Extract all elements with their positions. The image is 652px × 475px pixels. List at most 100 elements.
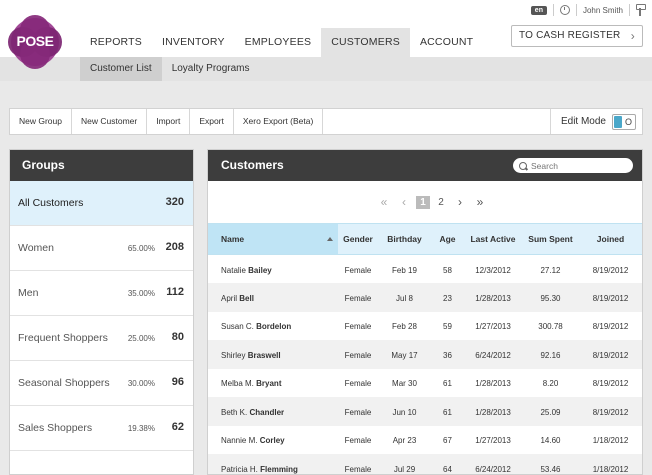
nav-tab-reports[interactable]: REPORTS bbox=[80, 28, 152, 57]
last-page-icon[interactable]: » bbox=[470, 195, 490, 209]
xero-export-button[interactable]: Xero Export (Beta) bbox=[234, 109, 324, 134]
cell-joined: 8/19/2012 bbox=[579, 283, 642, 312]
group-percent: 25.00% bbox=[127, 334, 155, 343]
customers-table-body: Natalie Bailey Female Feb 19 58 12/3/2012 27.… bbox=[208, 255, 642, 474]
sub-nav: Customer List Loyalty Programs bbox=[0, 57, 652, 81]
table-row[interactable]: Patricia H. Flemming Female Jul 29 64 6/24/2… bbox=[208, 454, 642, 474]
cell-joined: 1/18/2012 bbox=[579, 454, 642, 474]
language-badge[interactable]: en bbox=[530, 5, 547, 15]
column-header-sum-spent[interactable]: Sum Spent bbox=[522, 223, 579, 255]
table-row[interactable]: Susan C. Bordelon Female Feb 28 59 1/27/2013… bbox=[208, 312, 642, 341]
cell-birthday: Jun 10 bbox=[378, 397, 431, 426]
next-page-icon[interactable]: › bbox=[450, 195, 470, 209]
group-count: 112 bbox=[166, 286, 184, 298]
page-2-button[interactable]: 2 bbox=[432, 197, 450, 208]
cell-sum-spent: 53.46 bbox=[522, 454, 579, 474]
cell-joined: 8/19/2012 bbox=[579, 397, 642, 426]
customer-last-name: Bell bbox=[239, 293, 254, 303]
column-header-age[interactable]: Age bbox=[431, 223, 464, 255]
first-page-icon[interactable]: « bbox=[374, 195, 394, 209]
column-label: Name bbox=[221, 234, 245, 244]
customer-first-name: Nannie M. bbox=[221, 436, 258, 446]
customers-header: Customers bbox=[208, 150, 642, 181]
import-button[interactable]: Import bbox=[147, 109, 191, 134]
column-header-last-active[interactable]: Last Active bbox=[464, 223, 522, 255]
nav-tab-inventory[interactable]: INVENTORY bbox=[152, 28, 235, 57]
customer-last-name: Flemming bbox=[260, 464, 298, 474]
group-percent: 35.00% bbox=[127, 289, 155, 298]
cell-gender: Female bbox=[338, 340, 378, 369]
page-1-button[interactable]: 1 bbox=[416, 195, 430, 209]
cell-gender: Female bbox=[344, 265, 372, 275]
group-item-women[interactable]: Women 65.00% 208 bbox=[10, 226, 193, 271]
nav-tab-employees[interactable]: EMPLOYEES bbox=[235, 28, 322, 57]
action-toolbar: New Group New Customer Import Export Xer… bbox=[9, 108, 643, 135]
chevron-right-icon: › bbox=[630, 29, 635, 43]
new-customer-button[interactable]: New Customer bbox=[72, 109, 148, 134]
cell-gender: Female bbox=[344, 322, 372, 332]
cell-age: 61 bbox=[431, 397, 464, 426]
cell-last-active: 6/24/2012 bbox=[464, 340, 522, 369]
cell-name: Patricia H. Flemming bbox=[208, 454, 338, 474]
group-percent: 65.00% bbox=[127, 244, 155, 253]
cell-birthday: Apr 23 bbox=[392, 436, 417, 446]
table-row[interactable]: Beth K. Chandler Female Jun 10 61 1/28/2013 2… bbox=[208, 397, 642, 426]
column-header-joined[interactable]: Joined bbox=[579, 223, 642, 255]
customer-last-name: Braswell bbox=[247, 350, 281, 360]
cell-last-active: 12/3/2012 bbox=[475, 265, 511, 275]
group-item-sales-shoppers[interactable]: Sales Shoppers 19.38% 62 bbox=[10, 406, 193, 451]
table-row[interactable]: April Bell Female Jul 8 23 1/28/2013 95.30 8/1… bbox=[208, 283, 642, 312]
sort-ascending-icon bbox=[327, 237, 333, 241]
export-button[interactable]: Export bbox=[190, 109, 234, 134]
app-header: en John Smith REPORTS INVENTORY EMPLOYEE… bbox=[0, 0, 652, 57]
clock-icon[interactable] bbox=[559, 5, 570, 15]
cash-register-label: TO CASH REGISTER bbox=[519, 30, 621, 41]
customer-first-name: Susan C. bbox=[221, 322, 254, 332]
group-item-men[interactable]: Men 35.00% 112 bbox=[10, 271, 193, 316]
customers-title: Customers bbox=[221, 158, 284, 172]
cell-birthday: Feb 19 bbox=[392, 265, 417, 275]
cell-age: 67 bbox=[443, 436, 452, 446]
table-row[interactable]: Nannie M. Corley Female Apr 23 67 1/27/2013 1… bbox=[208, 426, 642, 455]
column-header-birthday[interactable]: Birthday bbox=[378, 223, 431, 255]
table-row[interactable]: Shirley Braswell Female May 17 36 6/24/2012 9… bbox=[208, 340, 642, 369]
tab-loyalty-programs[interactable]: Loyalty Programs bbox=[162, 57, 260, 81]
group-count: 62 bbox=[171, 421, 184, 433]
cell-name: Natalie Bailey bbox=[208, 255, 338, 284]
customer-first-name: April bbox=[221, 293, 238, 303]
column-header-name[interactable]: Name bbox=[208, 223, 338, 255]
column-header-gender[interactable]: Gender bbox=[338, 223, 378, 255]
table-row[interactable]: Natalie Bailey Female Feb 19 58 12/3/2012 27.… bbox=[208, 255, 642, 284]
pin-icon[interactable] bbox=[636, 4, 646, 16]
cell-gender: Female bbox=[344, 436, 372, 446]
customer-first-name: Beth K. bbox=[221, 407, 248, 417]
nav-tab-account[interactable]: ACCOUNT bbox=[410, 28, 483, 57]
divider bbox=[629, 4, 630, 16]
group-item-frequent-shoppers[interactable]: Frequent Shoppers 25.00% 80 bbox=[10, 316, 193, 361]
search-input[interactable] bbox=[531, 160, 627, 171]
nav-tab-customers[interactable]: CUSTOMERS bbox=[321, 28, 410, 57]
edit-mode-toggle[interactable]: O bbox=[612, 113, 636, 130]
to-cash-register-button[interactable]: TO CASH REGISTER › bbox=[511, 25, 643, 47]
prev-page-icon[interactable]: ‹ bbox=[394, 195, 414, 209]
group-name: Sales Shoppers bbox=[18, 422, 93, 434]
table-header-row: Name Gender Birthday Age Last Active Sum… bbox=[208, 223, 642, 255]
user-name[interactable]: John Smith bbox=[583, 6, 623, 15]
new-group-button[interactable]: New Group bbox=[10, 109, 72, 134]
groups-title: Groups bbox=[10, 150, 193, 181]
group-percent: 19.38% bbox=[127, 424, 155, 433]
group-item-all-customers[interactable]: All Customers 320 bbox=[10, 181, 193, 226]
customer-first-name: Melba M. bbox=[221, 379, 254, 389]
cell-age: 58 bbox=[443, 265, 452, 275]
table-row[interactable]: Melba M. Bryant Female Mar 30 61 1/28/2013 8.… bbox=[208, 369, 642, 398]
group-item-seasonal-shoppers[interactable]: Seasonal Shoppers 30.00% 96 bbox=[10, 361, 193, 406]
cell-sum-spent: 300.78 bbox=[538, 322, 563, 332]
main-nav: REPORTS INVENTORY EMPLOYEES CUSTOMERS AC… bbox=[80, 28, 483, 57]
pose-logo[interactable]: POSE bbox=[8, 15, 62, 69]
logo-text: POSE bbox=[16, 33, 54, 49]
tab-customer-list[interactable]: Customer List bbox=[80, 57, 162, 81]
edit-mode-control: Edit Mode O bbox=[549, 109, 642, 134]
customer-last-name: Chandler bbox=[249, 407, 285, 417]
sub-nav-tabs: Customer List Loyalty Programs bbox=[80, 57, 260, 81]
search-box[interactable] bbox=[513, 158, 633, 173]
